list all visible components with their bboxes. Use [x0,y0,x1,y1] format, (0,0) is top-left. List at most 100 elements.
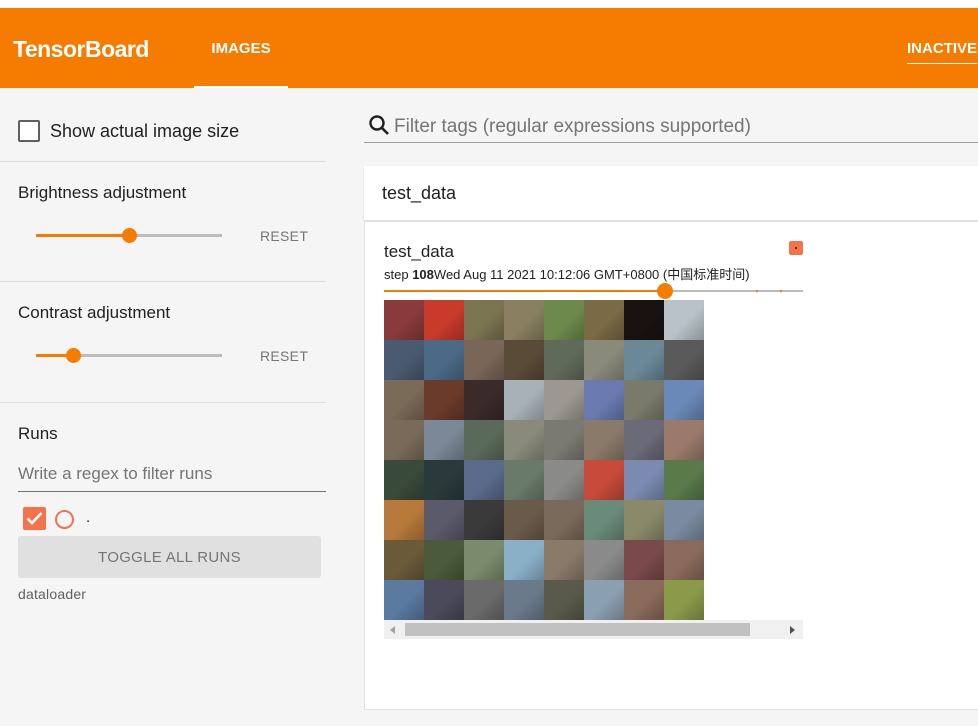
image-thumbnail [624,580,664,620]
image-thumbnail [624,540,664,580]
image-thumbnail [504,380,544,420]
show-actual-size-checkbox[interactable] [18,120,40,142]
inactive-dropdown[interactable]: INACTIVE [907,40,978,64]
check-icon [26,512,43,525]
tab-images[interactable]: IMAGES [194,8,288,88]
run-label: . [86,509,91,526]
image-thumbnail [624,300,664,340]
image-thumbnail [504,540,544,580]
image-thumbnail [464,540,504,580]
image-thumbnail [464,300,504,340]
image-thumbnail [584,300,624,340]
image-thumbnail [464,580,504,620]
divider [0,281,326,282]
step-slider-tick [780,290,782,292]
image-card-title: test_data [384,242,454,261]
image-thumbnail [544,380,584,420]
top-app-bar: TensorBoard IMAGES INACTIVE [0,0,978,88]
image-thumbnail [464,340,504,380]
runs-footer-label: dataloader [18,586,87,602]
image-thumbnail [664,380,704,420]
image-thumbnail [424,420,464,460]
runs-regex-input[interactable]: Write a regex to filter runs [18,462,326,492]
image-thumbnail [384,500,424,540]
show-actual-size-label[interactable]: Show actual image size [50,121,239,142]
run-color-badge [789,241,803,255]
brightness-title: Brightness adjustment [18,183,187,202]
image-thumbnail [504,340,544,380]
runs-title: Runs [18,424,58,443]
image-thumbnail [624,380,664,420]
tab-images-label: IMAGES [211,40,271,57]
step-slider-knob[interactable] [657,283,673,299]
sidebar: Show actual image size Brightness adjust… [0,88,345,726]
step-slider[interactable] [384,283,803,299]
image-thumbnail [504,460,544,500]
image-thumbnail [544,580,584,620]
step-label: step [384,267,409,282]
step-slider-tick [756,290,758,292]
image-thumbnail [384,340,424,380]
image-thumbnail [624,420,664,460]
scrollbar-thumb[interactable] [405,623,750,636]
scroll-left-icon[interactable] [390,626,395,634]
divider [0,161,326,162]
search-icon [369,115,389,135]
image-thumbnail [464,460,504,500]
divider [0,402,326,403]
image-thumbnail [464,420,504,460]
scroll-right-icon[interactable] [790,626,795,634]
image-thumbnail [624,460,664,500]
brightness-slider-knob[interactable] [121,228,137,243]
horizontal-scrollbar[interactable] [384,620,803,639]
brightness-slider[interactable] [36,228,222,243]
brightness-slider-fill [36,234,129,237]
image-thumbnail [624,340,664,380]
image-thumbnail [504,420,544,460]
image-thumbnail [504,580,544,620]
image-thumbnail [544,420,584,460]
image-thumbnail [544,460,584,500]
image-thumbnail [584,340,624,380]
image-thumbnail [544,300,584,340]
image-thumbnail [384,540,424,580]
image-thumbnail [424,460,464,500]
tag-group-header[interactable]: test_data [364,166,978,221]
step-timestamp: Wed Aug 11 2021 10:12:06 GMT+0800 (中国标准时… [433,267,750,282]
image-thumbnail [424,540,464,580]
run-color-circle[interactable] [55,510,74,529]
contrast-slider-knob[interactable] [65,348,81,363]
contrast-slider[interactable] [36,348,222,363]
image-thumbnail [664,540,704,580]
contrast-title: Contrast adjustment [18,303,171,322]
tag-filter-input[interactable]: Filter tags (regular expressions support… [364,108,978,143]
image-thumbnail [584,380,624,420]
image-thumbnail [384,300,424,340]
image-thumbnail [384,580,424,620]
step-value: 108 [412,267,434,282]
image-thumbnail [504,300,544,340]
image-thumbnail [584,580,624,620]
image-thumbnail [464,500,504,540]
image-thumbnail [424,380,464,420]
image-thumbnail [424,300,464,340]
image-thumbnail [424,500,464,540]
step-slider-fill [384,290,665,292]
toggle-all-runs-button[interactable]: TOGGLE ALL RUNS [18,536,321,578]
image-thumbnail [544,500,584,540]
image-thumbnail [664,460,704,500]
image-thumbnail [424,340,464,380]
run-checkbox[interactable] [23,507,46,530]
image-thumbnail [544,340,584,380]
image-grid [384,300,704,620]
brightness-reset-button[interactable]: RESET [260,228,308,244]
image-thumbnail [384,380,424,420]
image-thumbnail [464,380,504,420]
image-thumbnail [664,500,704,540]
image-thumbnail [664,300,704,340]
image-thumbnail [384,460,424,500]
image-thumbnail [584,540,624,580]
image-thumbnail [624,500,664,540]
contrast-reset-button[interactable]: RESET [260,348,308,364]
tag-filter-placeholder: Filter tags (regular expressions support… [394,116,751,137]
